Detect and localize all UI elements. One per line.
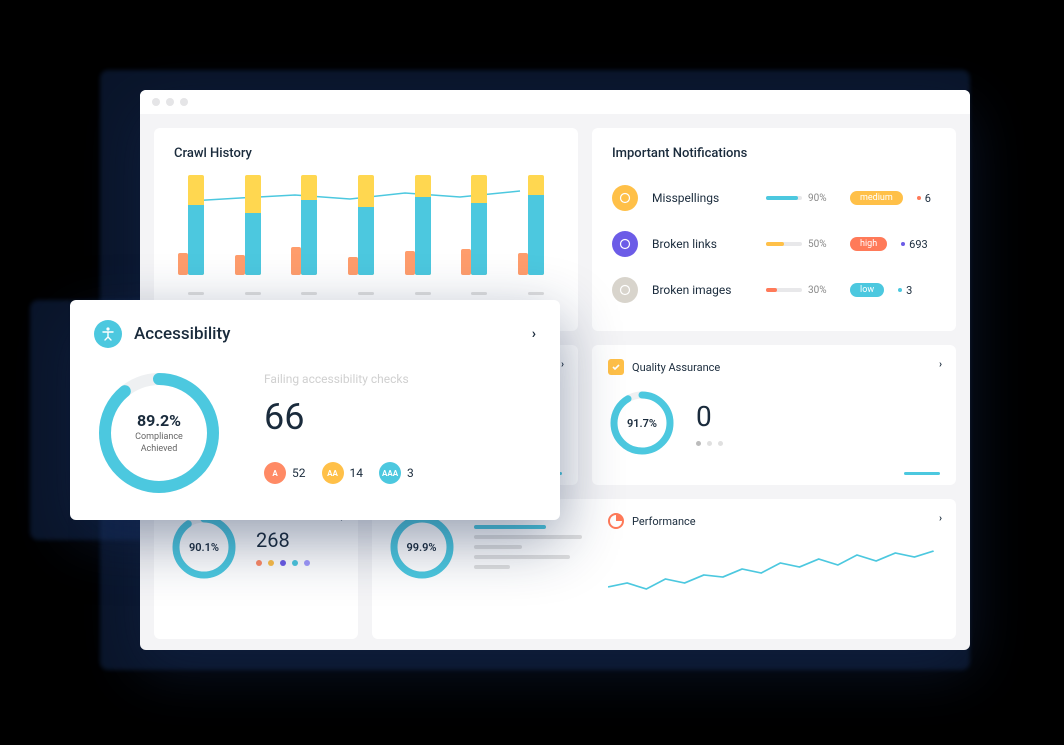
check-icon [608,359,624,375]
notif-label: Broken images [652,283,752,297]
bottom-left-count: 268 [256,528,310,552]
crawl-history-title: Crawl History [174,146,558,161]
window-dot-min[interactable] [166,98,174,106]
qa-value: 0 [696,400,723,433]
qa-card[interactable]: Quality Assurance › 91.7% 0 [592,345,956,485]
pie-icon [608,513,624,529]
notif-count: 6 [917,192,931,205]
priority-badge: high [850,237,887,251]
bottom-row-left: › 90.1% 268 [154,499,578,639]
notif-count: 693 [901,238,928,251]
accessibility-title: Accessibility [134,324,231,344]
performance-title: Performance [632,515,696,528]
accessibility-ring: 89.2% ComplianceAchieved [94,368,224,498]
notif-progress: 30% [766,285,836,296]
mid-row-right: Quality Assurance › 91.7% 0 [592,345,956,485]
level-badge: AA [322,462,344,484]
performance-chart [608,543,940,603]
window-dot-max[interactable] [180,98,188,106]
notifications-card: Important Notifications Misspellings 90%… [592,128,956,331]
chevron-right-icon[interactable]: › [532,326,536,342]
ring-901: 90.1% [170,513,238,581]
qa-pct: 91.7% [608,389,676,457]
notif-icon [612,185,638,211]
legend-dots [256,560,310,566]
level-item: A 52 [264,462,306,484]
notif-icon [612,231,638,257]
level-badge: AAA [379,462,401,484]
chevron-right-icon[interactable]: › [939,359,942,370]
level-count: 52 [292,466,306,480]
chevron-right-icon[interactable]: › [561,359,564,370]
notif-progress: 50% [766,239,836,250]
qa-ring: 91.7% [608,389,676,457]
performance-card[interactable]: Performance › [592,499,956,639]
priority-badge: low [850,283,884,297]
notifications-title: Important Notifications [612,146,936,161]
mini-bar [904,472,940,475]
level-count: 14 [350,466,364,480]
window-dot-close[interactable] [152,98,160,106]
accessibility-card: Accessibility › 89.2% ComplianceAchieved… [70,300,560,520]
window-chrome [140,90,970,114]
notification-row[interactable]: Broken links 50% high 693 [612,221,936,267]
checks-count: 66 [264,396,536,438]
checks-label: Failing accessibility checks [264,372,536,386]
bottom-card-2[interactable]: 99.9% [372,499,610,639]
notif-label: Broken links [652,237,752,251]
skeleton-lines [474,525,594,569]
notif-count: 3 [898,284,912,297]
priority-badge: medium [850,191,903,205]
accessibility-icon [94,320,122,348]
notification-row[interactable]: Broken images 30% low 3 [612,267,936,313]
level-count: 3 [407,466,414,480]
notif-label: Misspellings [652,191,752,205]
accessibility-pct: 89.2% [137,411,181,430]
accessibility-sub: ComplianceAchieved [135,432,183,455]
bottom-row-right: Performance › [592,499,956,639]
notif-icon [612,277,638,303]
qa-title: Quality Assurance [632,361,720,374]
level-item: AA 14 [322,462,364,484]
level-badge: A [264,462,286,484]
notif-progress: 90% [766,193,836,204]
notification-row[interactable]: Misspellings 90% medium 6 [612,175,936,221]
level-item: AAA 3 [379,462,414,484]
crawl-history-chart [174,175,558,295]
ring-999-pct: 99.9% [388,513,456,581]
ring-901-pct: 90.1% [170,513,238,581]
bottom-card-1[interactable]: › 90.1% 268 [154,499,358,639]
ring-999: 99.9% [388,513,456,581]
chevron-right-icon[interactable]: › [939,513,942,524]
pager-dots [696,441,723,446]
